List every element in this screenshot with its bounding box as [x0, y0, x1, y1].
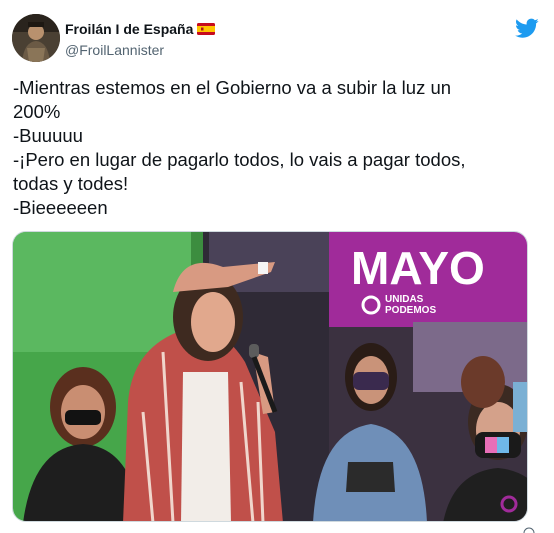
- tweet-line: -Bieeeeeen: [13, 197, 108, 218]
- avatar[interactable]: [12, 14, 60, 62]
- logo-text-line2: PODEMOS: [385, 305, 436, 316]
- card-bottom-edge: [0, 522, 554, 533]
- avatar-image: [12, 14, 60, 62]
- display-name[interactable]: Froilán I de España: [65, 20, 193, 38]
- tweet-media-photo[interactable]: MAYO UNIDAS PODEMOS: [12, 231, 528, 522]
- author-handle[interactable]: @FroilLannister: [65, 41, 164, 59]
- logo-text-line1: UNIDAS: [385, 294, 424, 305]
- spain-flag-icon: [197, 23, 216, 35]
- tweet-line: -¡Pero en lugar de pagarlo todos, lo vai…: [13, 149, 466, 170]
- rally-photo: MAYO UNIDAS PODEMOS: [13, 232, 527, 521]
- tweet-line: 200%: [13, 101, 61, 122]
- tweet-card: Froilán I de España @FroilLannister -Mie…: [0, 0, 554, 533]
- tweet-line: -Buuuuu: [13, 125, 83, 146]
- tweet-line: todas y todes!: [13, 173, 129, 194]
- twitter-bird-icon[interactable]: [515, 16, 539, 40]
- author-name-row[interactable]: Froilán I de España: [65, 20, 216, 38]
- tweet-text: -Mientras estemos en el Gobierno va a su…: [13, 76, 513, 220]
- tweet-line: -Mientras estemos en el Gobierno va a su…: [13, 77, 452, 98]
- banner-text: MAYO: [351, 242, 485, 294]
- info-icon[interactable]: [523, 527, 535, 533]
